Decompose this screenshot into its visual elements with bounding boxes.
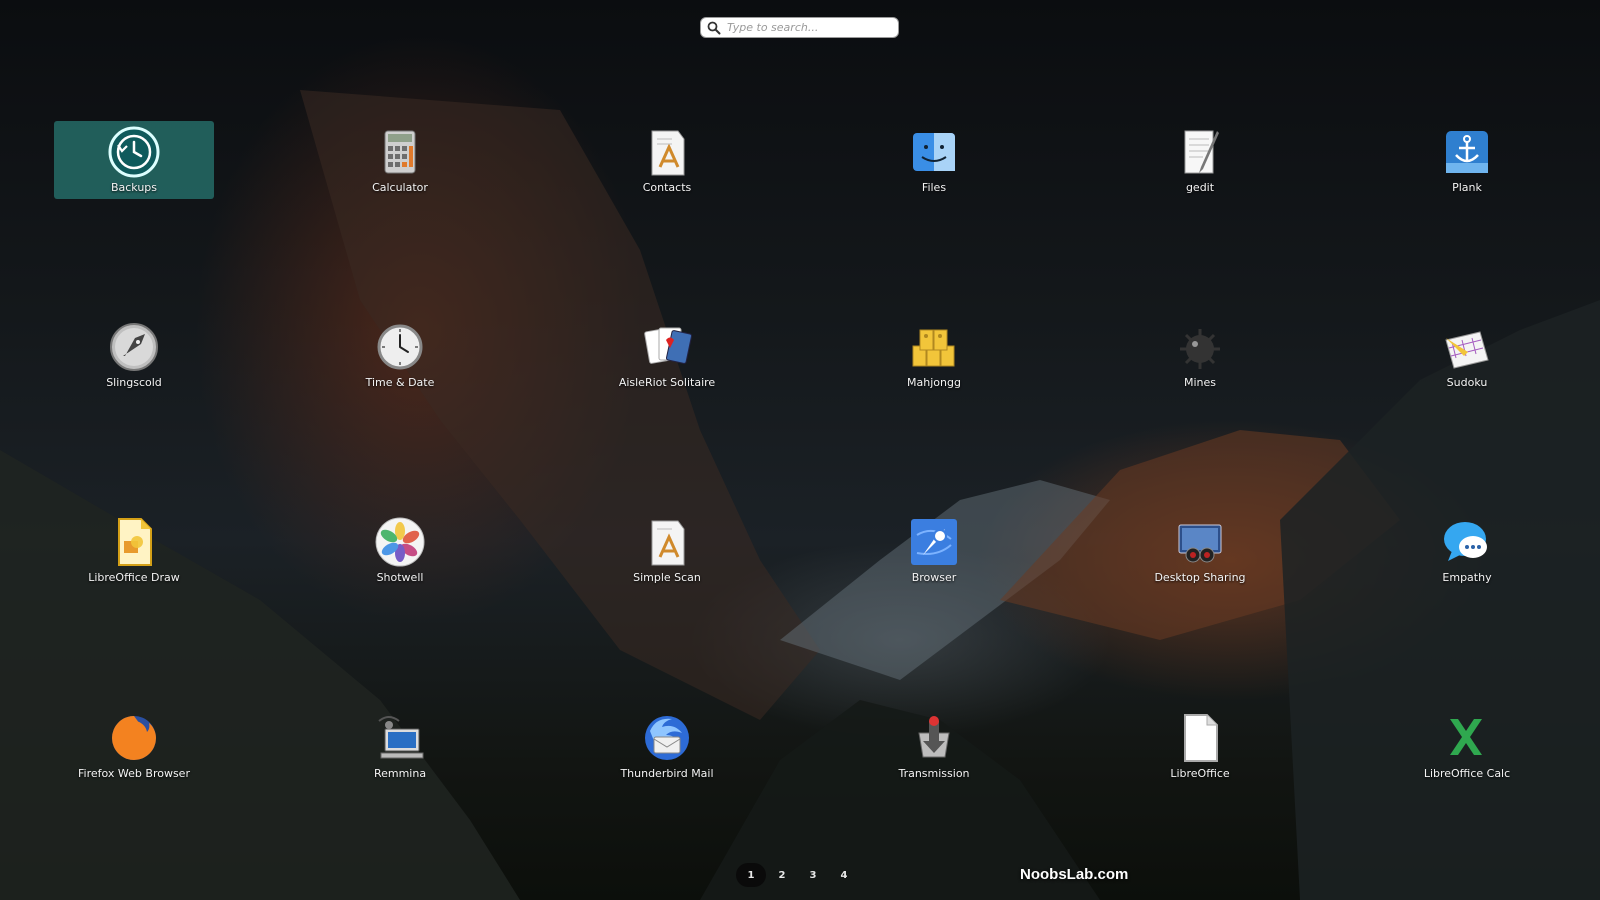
- app-launcher-remmina[interactable]: Remmina: [320, 707, 480, 785]
- app-label: Simple Scan: [633, 571, 701, 584]
- libreoffice-draw-icon: [118, 518, 152, 566]
- search-bar[interactable]: [700, 17, 899, 38]
- app-launcher-time-date[interactable]: Time & Date: [320, 316, 480, 394]
- mine-icon: [1180, 329, 1220, 369]
- app-launcher-backups[interactable]: Backups: [54, 121, 214, 199]
- page-dot-2[interactable]: 2: [767, 863, 797, 887]
- app-launcher-transmission[interactable]: Transmission: [854, 707, 1014, 785]
- search-input[interactable]: [721, 18, 898, 37]
- app-launcher-sudoku[interactable]: Sudoku: [1387, 316, 1547, 394]
- libreoffice-calc-icon: [1450, 719, 1482, 755]
- empathy-chat-icon: [1444, 522, 1487, 561]
- app-label: LibreOffice Calc: [1423, 767, 1511, 780]
- files-icon: [913, 133, 955, 171]
- app-launcher-contacts[interactable]: Contacts: [587, 121, 747, 199]
- cards-icon: [644, 327, 693, 364]
- app-label: AisleRiot Solitaire: [618, 376, 716, 389]
- simple-scan-icon: [651, 520, 685, 566]
- remmina-icon: [378, 716, 424, 759]
- app-label: LibreOffice Draw: [88, 571, 180, 584]
- app-launcher-plank[interactable]: Plank: [1387, 121, 1547, 199]
- app-launcher-gedit[interactable]: gedit: [1120, 121, 1280, 199]
- app-launcher-thunderbird-mail[interactable]: Thunderbird Mail: [587, 707, 747, 785]
- app-label: LibreOffice: [1170, 767, 1230, 780]
- app-launcher-browser[interactable]: Browser: [854, 511, 1014, 589]
- shotwell-icon: [375, 517, 425, 567]
- app-label: Backups: [110, 181, 158, 194]
- page-dot-4[interactable]: 4: [829, 863, 859, 887]
- app-label: Calculator: [372, 181, 428, 194]
- app-launcher-shotwell[interactable]: Shotwell: [320, 511, 480, 589]
- app-label: Empathy: [1442, 571, 1492, 584]
- libreoffice-icon: [1184, 714, 1218, 762]
- watermark: NoobsLab.com: [1020, 866, 1129, 883]
- page-indicator: 1 2 3 4: [736, 863, 860, 887]
- search-icon: [707, 21, 721, 34]
- desktop-sharing-icon: [1178, 524, 1222, 563]
- app-label: Files: [921, 181, 947, 194]
- app-launcher-firefox-web-browser[interactable]: Firefox Web Browser: [54, 707, 214, 785]
- app-launcher-mines[interactable]: Mines: [1120, 316, 1280, 394]
- app-label: Mines: [1183, 376, 1217, 389]
- app-launcher-empathy[interactable]: Empathy: [1387, 511, 1547, 589]
- app-label: Slingscold: [106, 376, 162, 389]
- app-label: Plank: [1452, 181, 1482, 194]
- browser-compass-icon: [911, 519, 957, 565]
- app-label: Desktop Sharing: [1154, 571, 1246, 584]
- app-launcher-libreoffice-draw[interactable]: LibreOffice Draw: [54, 511, 214, 589]
- backups-icon: [108, 126, 160, 178]
- app-label: Thunderbird Mail: [620, 767, 714, 780]
- app-launcher-files[interactable]: Files: [854, 121, 1014, 199]
- wallpaper: [0, 90, 1600, 900]
- app-launcher-simple-scan[interactable]: Simple Scan: [587, 511, 747, 589]
- app-label: Contacts: [642, 181, 692, 194]
- app-launcher-mahjongg[interactable]: Mahjongg: [854, 316, 1014, 394]
- app-label: Remmina: [373, 767, 427, 780]
- sudoku-icon: [1445, 331, 1489, 369]
- app-label: Shotwell: [376, 571, 424, 584]
- plank-icon: [1446, 131, 1488, 173]
- slingscold-icon: [110, 323, 158, 371]
- contacts-icon: [651, 130, 685, 176]
- page-dot-3[interactable]: 3: [798, 863, 828, 887]
- clock-icon: [377, 324, 423, 370]
- gedit-icon: [1184, 130, 1219, 174]
- app-label: Firefox Web Browser: [78, 767, 190, 780]
- app-label: Mahjongg: [907, 376, 961, 389]
- app-launcher-slingscold[interactable]: Slingscold: [54, 316, 214, 394]
- app-label: Transmission: [898, 767, 970, 780]
- thunderbird-icon: [645, 716, 689, 760]
- app-label: gedit: [1185, 181, 1215, 194]
- app-launcher-aisleriot-solitaire[interactable]: AisleRiot Solitaire: [587, 316, 747, 394]
- app-launcher-libreoffice[interactable]: LibreOffice: [1120, 707, 1280, 785]
- app-launcher-calculator[interactable]: Calculator: [320, 121, 480, 199]
- page-dot-1[interactable]: 1: [736, 863, 766, 887]
- app-label: Sudoku: [1446, 376, 1488, 389]
- transmission-icon: [918, 716, 950, 758]
- mahjongg-icon: [912, 329, 955, 367]
- firefox-icon: [112, 716, 156, 760]
- app-launcher-desktop-sharing[interactable]: Desktop Sharing: [1120, 511, 1280, 589]
- app-label: Browser: [911, 571, 957, 584]
- app-launcher-libreoffice-calc[interactable]: LibreOffice Calc: [1387, 707, 1547, 785]
- app-label: Time & Date: [365, 376, 435, 389]
- calculator-icon: [384, 130, 416, 174]
